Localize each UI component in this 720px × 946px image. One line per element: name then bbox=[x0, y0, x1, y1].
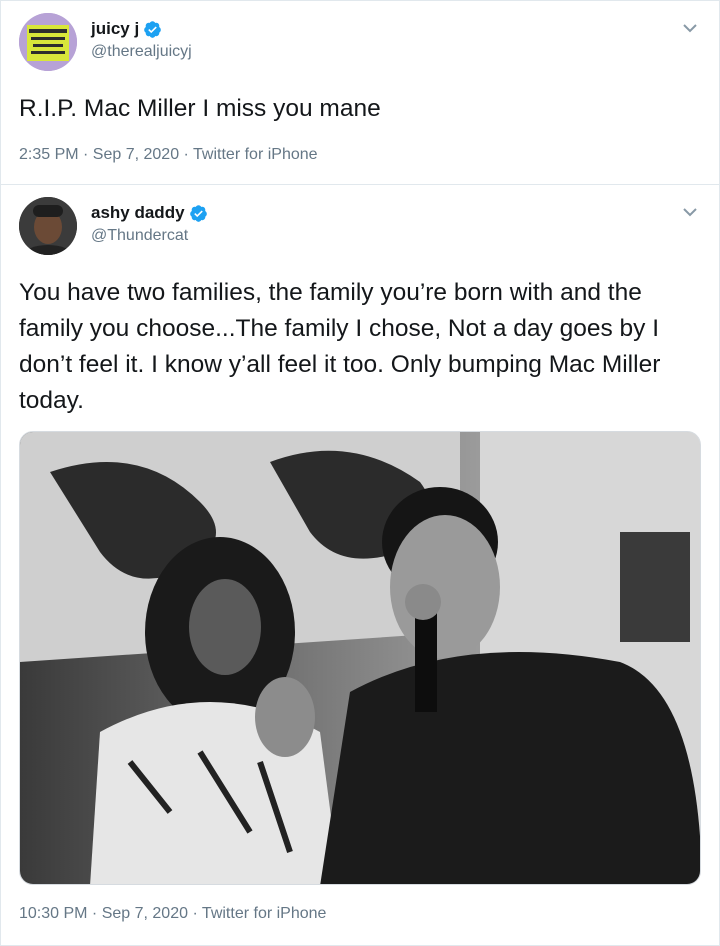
verified-badge-icon bbox=[144, 20, 161, 38]
photo-image bbox=[20, 432, 700, 884]
handle[interactable]: @Thundercat bbox=[91, 227, 188, 245]
tweet-timestamp[interactable]: 10:30 PM · Sep 7, 2020 · Twitter for iPh… bbox=[19, 905, 326, 923]
author-name-row[interactable]: juicy j bbox=[91, 19, 162, 39]
tweet-text: You have two families, the family you’re… bbox=[19, 279, 661, 414]
tweet-card[interactable]: ashy daddy @Thundercat You have two fami… bbox=[0, 185, 720, 946]
avatar-image bbox=[19, 197, 77, 255]
tweet-card[interactable]: juicy j @therealjuicyj R.I.P. Mac Miller… bbox=[0, 0, 720, 185]
display-name[interactable]: juicy j bbox=[91, 19, 139, 39]
avatar[interactable] bbox=[19, 197, 77, 255]
verified-badge-icon bbox=[189, 204, 207, 222]
author-name-row[interactable]: ashy daddy bbox=[91, 203, 208, 223]
avatar-image bbox=[19, 13, 77, 71]
tweet-text: R.I.P. Mac Miller I miss you mane bbox=[19, 95, 381, 122]
chevron-down-icon[interactable] bbox=[683, 207, 697, 217]
handle[interactable]: @therealjuicyj bbox=[91, 43, 192, 61]
display-name[interactable]: ashy daddy bbox=[91, 203, 185, 223]
tweet-media-photo[interactable] bbox=[19, 431, 701, 885]
tweet-timestamp[interactable]: 2:35 PM · Sep 7, 2020 · Twitter for iPho… bbox=[19, 146, 318, 164]
chevron-down-icon[interactable] bbox=[683, 23, 697, 33]
avatar[interactable] bbox=[19, 13, 77, 71]
